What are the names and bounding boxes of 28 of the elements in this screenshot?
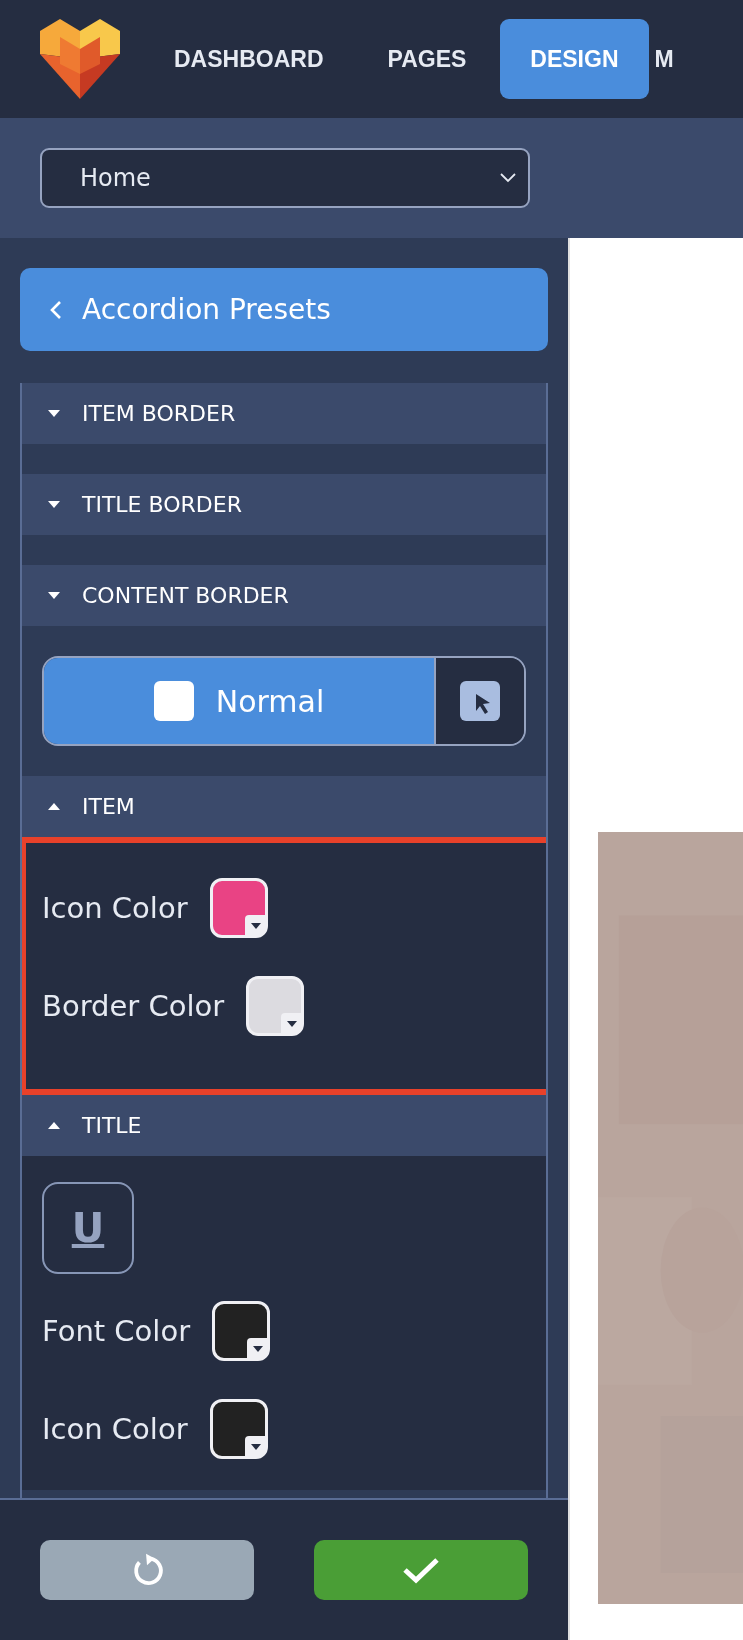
color-swatch[interactable] (209, 1399, 268, 1459)
section-header[interactable]: ITEM BORDER (22, 383, 546, 444)
triangle-icon (48, 592, 60, 599)
color-swatch[interactable] (246, 976, 305, 1036)
section-header[interactable]: TITLE BORDER (22, 474, 546, 535)
triangle-icon (48, 410, 60, 417)
page-select[interactable]: Home (40, 148, 530, 208)
color-label: Border Color (42, 989, 225, 1023)
color-swatch[interactable] (212, 1301, 271, 1361)
triangle-icon (48, 803, 60, 810)
color-label: Font Color (42, 1314, 191, 1348)
nav-tab[interactable]: M (652, 19, 676, 99)
color-swatch[interactable] (209, 878, 268, 938)
section-header[interactable]: CONTENT BORDER (22, 565, 546, 626)
triangle-icon (48, 501, 60, 508)
nav-tab[interactable]: PAGES (357, 19, 497, 99)
color-label: Icon Color (42, 891, 188, 925)
triangle-icon (48, 1122, 60, 1129)
color-label: Icon Color (42, 1412, 188, 1446)
section-header[interactable]: TITLE (22, 1095, 546, 1156)
chevron-down-icon (500, 173, 516, 183)
cursor-icon (460, 681, 500, 721)
cursor-button[interactable] (434, 658, 524, 744)
chevron-left-icon (50, 299, 62, 320)
underline-button[interactable]: U (42, 1182, 134, 1274)
section-header[interactable]: ITEM (22, 776, 546, 837)
check-icon (401, 1555, 441, 1585)
nav-tab[interactable]: DASHBOARD (144, 19, 354, 99)
